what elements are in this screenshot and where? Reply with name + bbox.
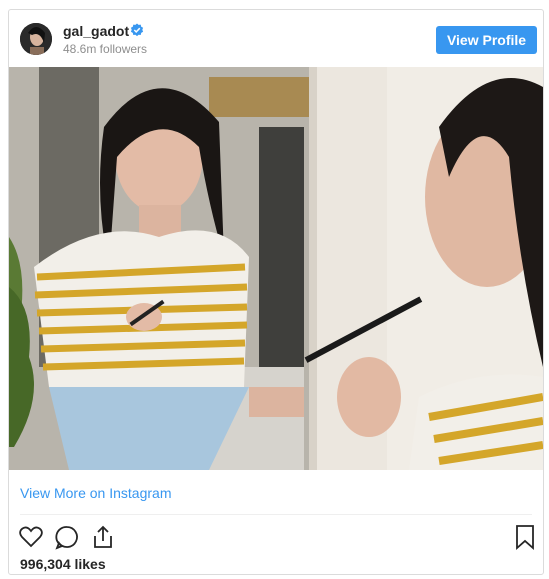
bookmark-icon[interactable] xyxy=(512,524,538,550)
divider xyxy=(20,514,532,515)
verified-badge-icon xyxy=(130,23,144,37)
view-profile-button[interactable]: View Profile xyxy=(436,26,537,54)
follower-count: 48.6m followers xyxy=(63,42,148,56)
instagram-embed-card: gal_gadot 48.6m followers View Profile V… xyxy=(8,9,544,575)
post-header: gal_gadot 48.6m followers View Profile xyxy=(9,10,543,66)
comment-icon[interactable] xyxy=(54,524,80,550)
post-photo[interactable] xyxy=(9,67,543,470)
view-more-link[interactable]: View More on Instagram xyxy=(20,485,171,501)
share-icon[interactable] xyxy=(90,524,116,550)
like-count: 996,304 likes xyxy=(20,556,106,572)
action-bar xyxy=(9,518,543,554)
avatar[interactable] xyxy=(20,23,52,55)
username[interactable]: gal_gadot xyxy=(63,23,129,39)
heart-icon[interactable] xyxy=(18,524,44,550)
